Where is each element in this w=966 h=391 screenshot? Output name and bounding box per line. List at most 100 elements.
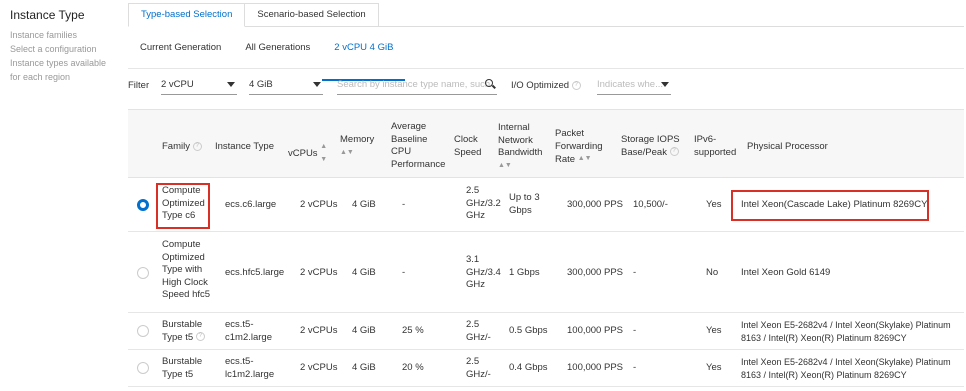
cell-line: 8163 / Intel(R) Xeon(R) Platinum 8269CY — [741, 332, 907, 343]
help-icon[interactable]: ? — [195, 332, 205, 342]
table-row[interactable]: Burstable Type t5 ecs.t5- lc1m2.large 2 … — [128, 351, 964, 387]
instance-type-selector: Type-based Selection Scenario-based Sele… — [128, 3, 964, 387]
header-line: Rate ▲▼ — [555, 153, 603, 166]
cell-vcpus: 2 vCPUs — [300, 325, 338, 336]
cell-line: GHz/- — [466, 331, 491, 343]
chevron-down-icon — [313, 82, 321, 87]
tab-type-based[interactable]: Type-based Selection — [128, 3, 246, 27]
cell-vcpus: 2 vCPUs — [300, 199, 338, 210]
col-storage-iops: Storage IOPS Base/Peak ? — [621, 134, 680, 159]
vcpu-select[interactable]: 2 vCPU — [161, 79, 237, 95]
cell-pps: 100,000 PPS — [567, 325, 623, 336]
cell-instance-type: ecs.t5- c1m2.large — [225, 319, 272, 344]
processor-highlight-box — [731, 190, 929, 221]
cell-instance-type: ecs.c6.large — [225, 199, 277, 210]
cell-line: c1m2.large — [225, 331, 272, 343]
col-clock-speed: Clock Speed — [454, 134, 481, 159]
col-packet-rate[interactable]: Packet Forwarding Rate ▲▼ — [555, 128, 603, 166]
header-line: Bandwidth — [498, 147, 543, 158]
help-icon[interactable]: ? — [192, 141, 202, 151]
header-line: Storage IOPS — [621, 134, 680, 145]
chevron-down-icon — [661, 82, 669, 87]
cell-memory: 4 GiB — [352, 325, 376, 336]
search-icon[interactable] — [485, 79, 495, 89]
cell-bandwidth: 0.4 Gbps — [509, 362, 548, 373]
memory-select[interactable]: 4 GiB — [249, 79, 323, 95]
col-memory[interactable]: Memory ▲▼ — [340, 134, 374, 160]
family-highlight-box — [156, 183, 210, 229]
cell-bandwidth: 1 Gbps — [509, 267, 540, 278]
field-title: Instance Type — [10, 8, 85, 22]
cell-memory: 4 GiB — [352, 199, 376, 210]
cell-line: Optimized — [162, 251, 205, 263]
header-line: Forwarding — [555, 140, 603, 152]
io-optimized-placeholder: Indicates whe... — [597, 79, 664, 90]
filter-bar: Filter 2 vCPU 4 GiB Search by instance t… — [128, 79, 964, 95]
vcpu-select-value: 2 vCPU — [161, 79, 194, 90]
cell-instance-type: ecs.t5- lc1m2.large — [225, 356, 274, 381]
search-placeholder: Search by instance type name, such — [337, 79, 491, 90]
col-instance-type: Instance Type — [215, 141, 274, 152]
cell-processor: Intel Xeon E5-2682v4 / Intel Xeon(Skylak… — [741, 319, 951, 344]
tab-all-generations[interactable]: All Generations — [233, 39, 322, 69]
tab-current-generation[interactable]: Current Generation — [128, 39, 233, 69]
cell-clock: 2.5 GHz/- — [466, 356, 491, 381]
tab-2vcpu-4gib[interactable]: 2 vCPU 4 GiB — [322, 39, 406, 81]
cell-line: 2.5 — [466, 185, 480, 196]
table-row[interactable]: Compute Optimized Type with High Clock S… — [128, 233, 964, 313]
cell-vcpus: 2 vCPUs — [300, 267, 338, 278]
cell-line-text: Type t5 — [162, 331, 194, 343]
row-radio[interactable] — [137, 325, 149, 337]
row-radio[interactable] — [137, 199, 149, 211]
subtabs-divider — [128, 68, 964, 69]
sort-icon[interactable]: ▲▼ — [320, 141, 327, 166]
header-line: Base/Peak ? — [621, 147, 680, 160]
tab-scenario-based[interactable]: Scenario-based Selection — [245, 3, 379, 27]
cell-line: Type with — [162, 264, 203, 275]
cell-line: GHz/- — [466, 368, 491, 380]
instance-type-search-input[interactable]: Search by instance type name, such — [337, 79, 497, 95]
cell-iops: 10,500/- — [633, 199, 668, 210]
cell-clock: 3.1 GHz/3.4 GHz — [466, 254, 501, 292]
cell-line: lc1m2.large — [225, 368, 275, 380]
cell-iops: - — [633, 267, 637, 278]
cell-family: Burstable Type t5 — [162, 356, 202, 381]
cell-baseline: - — [402, 267, 406, 278]
help-icon[interactable]: ? — [669, 147, 679, 157]
row-radio[interactable] — [137, 362, 149, 374]
col-ipv6: IPv6- supported — [694, 134, 736, 159]
help-icon[interactable]: ? — [571, 80, 581, 90]
filter-label: Filter — [128, 80, 150, 91]
cell-ipv6: No — [706, 267, 719, 278]
cell-memory: 4 GiB — [352, 362, 376, 373]
generation-tabs: Current Generation All Generations 2 vCP… — [128, 39, 964, 81]
sort-icon[interactable]: ▲▼ — [578, 153, 592, 166]
cell-baseline: 20 % — [402, 362, 424, 373]
sort-icon[interactable]: ▲▼ — [340, 147, 354, 160]
chevron-down-icon — [227, 82, 235, 87]
row-radio[interactable] — [137, 267, 149, 279]
table-header: Family ? Instance Type vCPUs ▲ ▼ Memory ▲… — [128, 110, 964, 178]
table-row[interactable]: Burstable Type t5 ? ecs.t5- c1m2.large 2… — [128, 314, 964, 350]
cell-bandwidth: 0.5 Gbps — [509, 325, 548, 336]
cell-pps: 300,000 PPS — [567, 267, 623, 278]
header-line: Speed — [454, 146, 482, 158]
cell-line: Up to 3 — [509, 192, 540, 203]
col-vcpus[interactable]: vCPUs ▲ ▼ — [288, 141, 327, 166]
sort-icon[interactable]: ▲▼ — [498, 160, 512, 173]
cell-processor: Intel Xeon E5-2682v4 / Intel Xeon(Skylak… — [741, 356, 951, 381]
cell-line: GHz/3.2 — [466, 197, 501, 209]
cell-line: ecs.t5- — [225, 356, 254, 367]
io-optimized-select[interactable]: Indicates whe... — [597, 79, 671, 95]
cell-family: Burstable Type t5 ? — [162, 319, 205, 344]
header-line: Clock — [454, 134, 478, 145]
col-memory-label: Memory — [340, 134, 375, 145]
cell-ipv6: Yes — [706, 362, 722, 373]
col-network-bandwidth[interactable]: Internal Network Bandwidth ▲▼ — [498, 122, 542, 173]
selection-mode-tabs: Type-based Selection Scenario-based Sele… — [128, 3, 964, 27]
cell-line: Intel Xeon E5-2682v4 / Intel Xeon(Skylak… — [741, 357, 951, 367]
cell-line: High Clock — [162, 276, 208, 288]
cell-vcpus: 2 vCPUs — [300, 362, 338, 373]
cell-line: Gbps — [509, 204, 532, 216]
help-text: Instance families Select a configuration… — [10, 28, 120, 84]
